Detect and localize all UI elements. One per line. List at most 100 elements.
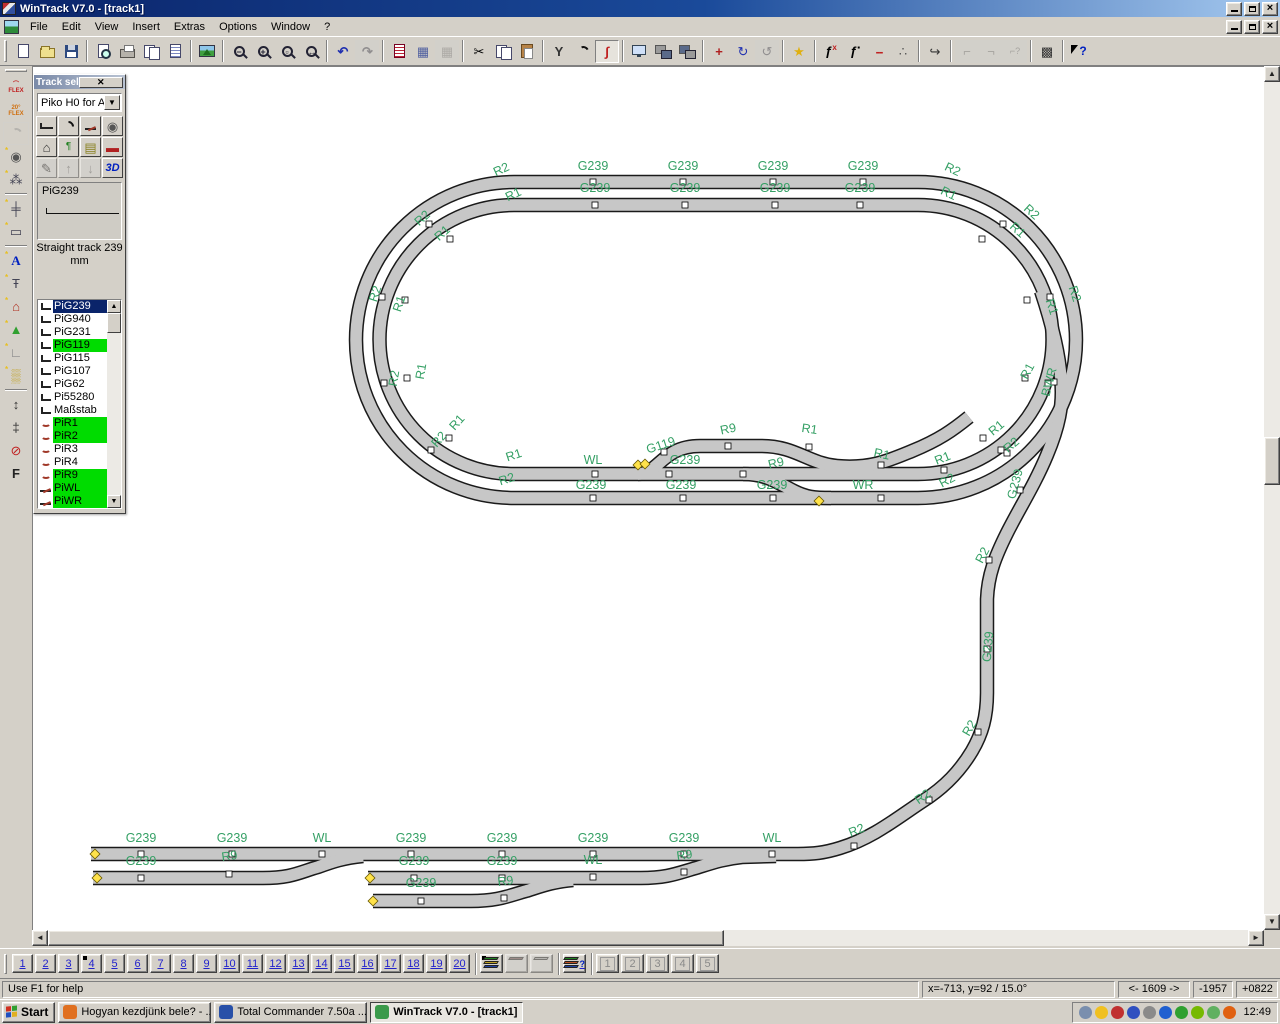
track-properties-button[interactable]: ƒ▪ <box>843 40 867 63</box>
page-14-button[interactable]: 14 <box>311 954 332 973</box>
monitor-button[interactable] <box>627 40 651 63</box>
page-18-button[interactable]: 18 <box>403 954 424 973</box>
track-connector[interactable] <box>681 869 687 875</box>
zoom-window-button[interactable]: ▫ <box>275 40 299 63</box>
list-scroll-up-icon[interactable]: ▲ <box>107 300 121 313</box>
zoom-fit-button[interactable]: ↔ <box>299 40 323 63</box>
list-scrollbar[interactable]: ▲ ▼ <box>107 300 121 508</box>
vertical-scroll-thumb[interactable] <box>1264 437 1280 485</box>
page-10-button[interactable]: 10 <box>219 954 240 973</box>
page-17-button[interactable]: 17 <box>380 954 401 973</box>
child-close-button[interactable]: × <box>1262 20 1278 34</box>
track-connector[interactable] <box>404 375 410 381</box>
menu-file[interactable]: File <box>23 19 55 35</box>
measure-points-button[interactable]: ∴ <box>891 40 915 63</box>
paste-button[interactable] <box>515 40 539 63</box>
updater-icon[interactable] <box>1207 1006 1220 1019</box>
straight-track-button[interactable] <box>36 116 57 136</box>
zoom-in-button[interactable]: + <box>251 40 275 63</box>
close-button[interactable]: × <box>1262 2 1278 16</box>
track-connector[interactable] <box>806 444 812 450</box>
document-icon[interactable] <box>4 20 19 34</box>
page-bar-grip[interactable] <box>4 954 7 974</box>
menu-options[interactable]: Options <box>212 19 264 35</box>
track-connector[interactable] <box>1024 297 1030 303</box>
track-list-item[interactable]: PiR3 <box>38 443 107 456</box>
save-button[interactable] <box>59 40 83 63</box>
track-connector[interactable] <box>857 202 863 208</box>
start-button[interactable]: Start <box>2 1002 55 1023</box>
track-connector[interactable] <box>770 495 776 501</box>
track-connector[interactable] <box>592 471 598 477</box>
track-list-item[interactable]: Maßstab <box>38 404 107 417</box>
track-connector[interactable] <box>138 875 144 881</box>
track-connector[interactable] <box>666 471 672 477</box>
building-button[interactable]: *⌂ <box>3 295 29 318</box>
page-20-button[interactable]: 20 <box>449 954 470 973</box>
track-canvas[interactable]: R2G239G239G239G239R2R1G239G239G239G239R1… <box>32 66 1264 930</box>
page-7-button[interactable]: 7 <box>150 954 171 973</box>
zoom-out-button[interactable]: − <box>227 40 251 63</box>
track-list-item[interactable]: PiWR <box>38 495 107 508</box>
left-toolbar-grip[interactable] <box>5 69 27 72</box>
track-connector[interactable] <box>680 495 686 501</box>
security-shield-icon[interactable] <box>1095 1006 1108 1019</box>
page-15-button[interactable]: 15 <box>334 954 355 973</box>
move-tool-button[interactable]: + <box>707 40 731 63</box>
switch-track-button[interactable] <box>80 116 101 136</box>
track-connector[interactable] <box>1000 221 1006 227</box>
ruler-track-button[interactable]: *╪ <box>3 197 29 220</box>
parts-report-button[interactable] <box>387 40 411 63</box>
page-11-button[interactable]: 11 <box>242 954 263 973</box>
layer-help-button[interactable]: ? <box>563 954 586 973</box>
new-button[interactable] <box>11 40 35 63</box>
track-list-item[interactable]: PiG239 <box>38 300 107 313</box>
scroll-right-arrow[interactable]: ► <box>1248 930 1264 946</box>
page-6-button[interactable]: 6 <box>127 954 148 973</box>
track-connector[interactable] <box>226 871 232 877</box>
flex-20-button[interactable]: 20°FLEX <box>3 99 29 122</box>
track-list-item[interactable]: PiG231 <box>38 326 107 339</box>
menu-extras[interactable]: Extras <box>167 19 212 35</box>
print-pages-button[interactable] <box>139 40 163 63</box>
track-connector[interactable] <box>590 495 596 501</box>
signals-button[interactable]: ¶ <box>58 137 79 157</box>
track-list-item[interactable]: PiR2 <box>38 430 107 443</box>
switch-tool-button[interactable]: Y <box>547 40 571 63</box>
track-connector[interactable] <box>682 202 688 208</box>
track-connector[interactable] <box>592 202 598 208</box>
table-fill-button[interactable]: ▦ <box>411 40 435 63</box>
turntable-button[interactable]: *◉ <box>3 145 29 168</box>
toolbar-grip[interactable] <box>4 40 7 62</box>
curve-tool-button[interactable] <box>571 40 595 63</box>
track-list-item[interactable]: PiG107 <box>38 365 107 378</box>
undo-button[interactable]: ↶ <box>331 40 355 63</box>
flex-tool-button[interactable]: ∫ <box>595 40 619 63</box>
menu-view[interactable]: View <box>88 19 126 35</box>
track-connector[interactable] <box>501 895 507 901</box>
profile-button[interactable]: F <box>3 462 29 485</box>
track-connector[interactable] <box>740 471 746 477</box>
align-wand-button[interactable]: *⁂ <box>3 168 29 191</box>
print-preview-button[interactable] <box>91 40 115 63</box>
track-list-item[interactable]: PiR1 <box>38 417 107 430</box>
layout-plan-button[interactable]: ▤ <box>80 137 101 157</box>
surface-button[interactable]: *▒ <box>3 364 29 387</box>
track-segment[interactable] <box>91 291 1062 854</box>
horizontal-scrollbar[interactable]: ◄ ► <box>32 930 1264 946</box>
scroll-left-arrow[interactable]: ◄ <box>32 930 48 946</box>
nvidia-icon[interactable] <box>1191 1006 1204 1019</box>
menu-help[interactable]: ? <box>317 19 337 35</box>
track-segment[interactable] <box>91 291 1062 854</box>
rectangle-button[interactable]: *▭ <box>3 220 29 243</box>
track-system-combo[interactable]: Piko H0 for A ▼ <box>37 93 122 112</box>
menu-edit[interactable]: Edit <box>55 19 88 35</box>
track-list-item[interactable]: PiR4 <box>38 456 107 469</box>
curve-track-button[interactable] <box>58 116 79 136</box>
vertical-scrollbar[interactable]: ▲ ▼ <box>1264 66 1280 930</box>
track-connector[interactable] <box>772 202 778 208</box>
landscape-button[interactable]: *▲ <box>3 318 29 341</box>
open-button[interactable] <box>35 40 59 63</box>
track-connector[interactable] <box>428 447 434 453</box>
cut-button[interactable]: ✂ <box>467 40 491 63</box>
